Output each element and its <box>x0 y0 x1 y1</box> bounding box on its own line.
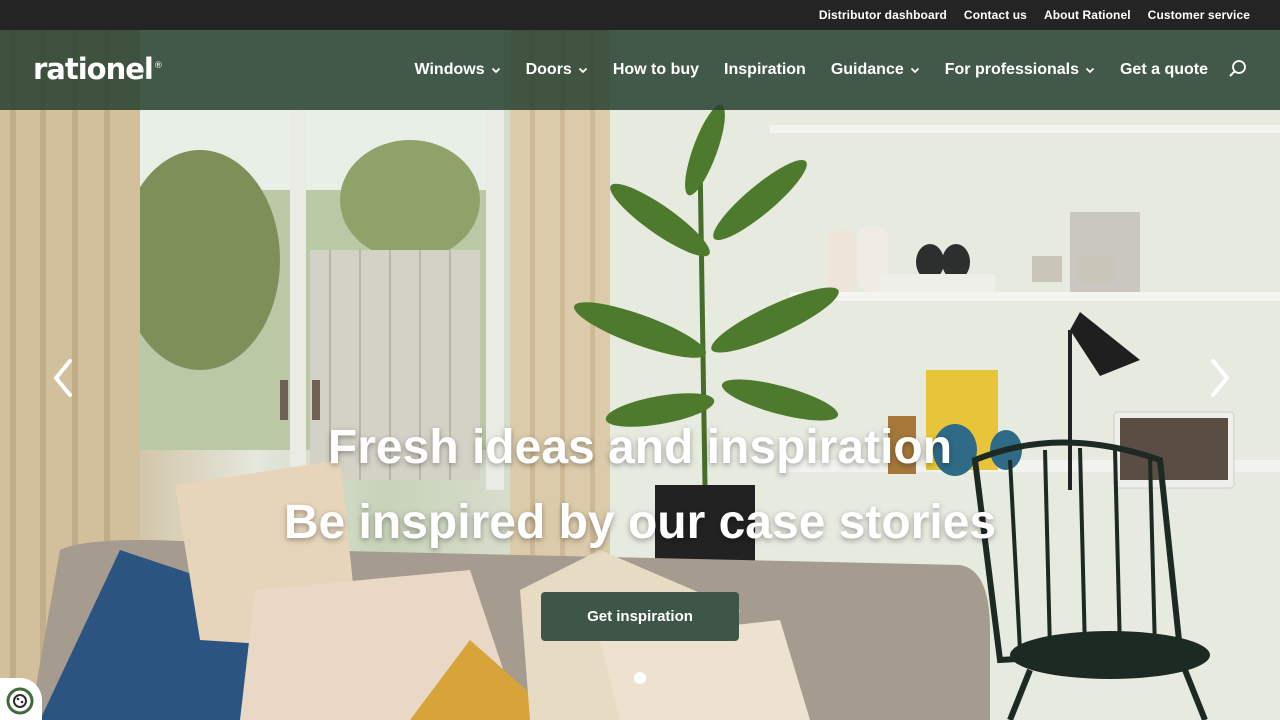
nav-item-label: Doors <box>525 61 572 78</box>
hero-subheadline: Be inspired by our case stories <box>283 496 997 549</box>
nav-item-label: Guidance <box>830 61 904 78</box>
utility-bar: Distributor dashboard Contact us About R… <box>0 0 1280 30</box>
search-icon[interactable] <box>1228 59 1248 79</box>
nav-item-label: How to buy <box>612 61 700 78</box>
get-inspiration-button[interactable]: Get inspiration <box>541 592 739 641</box>
main-navigation: rationel® Windows Doors How to buy Inspi… <box>0 30 1280 110</box>
nav-item-label: Windows <box>414 61 485 78</box>
slider-dot-active[interactable] <box>634 672 646 684</box>
slider-dots <box>0 672 1280 684</box>
nav-item-for-professionals[interactable]: For professionals <box>945 61 1095 79</box>
nav-item-label: Get a quote <box>1119 61 1208 78</box>
nav-item-get-a-quote[interactable]: Get a quote <box>1120 61 1208 79</box>
nav-item-how-to-buy[interactable]: How to buy <box>613 61 699 79</box>
cookie-icon <box>6 687 34 715</box>
chevron-down-icon <box>491 67 500 74</box>
nav-list: Windows Doors How to buy Inspiration Gui… <box>415 30 1208 110</box>
nav-item-windows[interactable]: Windows <box>415 61 501 79</box>
about-rationel-link[interactable]: About Rationel <box>1044 8 1131 22</box>
nav-item-inspiration[interactable]: Inspiration <box>724 61 806 79</box>
chevron-down-icon <box>910 67 919 74</box>
slider-prev-arrow-icon[interactable] <box>48 355 76 401</box>
nav-item-label: Inspiration <box>724 61 806 78</box>
slider-next-arrow-icon[interactable] <box>1207 355 1235 401</box>
contact-us-link[interactable]: Contact us <box>964 8 1027 22</box>
distributor-dashboard-link[interactable]: Distributor dashboard <box>819 8 947 22</box>
nav-item-doors[interactable]: Doors <box>526 61 588 79</box>
nav-item-guidance[interactable]: Guidance <box>831 61 920 79</box>
customer-service-link[interactable]: Customer service <box>1148 8 1250 22</box>
cookie-settings-button[interactable] <box>0 678 42 720</box>
logo-registered-mark: ® <box>153 61 163 72</box>
chevron-down-icon <box>578 67 587 74</box>
hero-headline: Fresh ideas and inspiration <box>327 421 953 474</box>
nav-item-label: For professionals <box>944 61 1079 78</box>
logo-text: rationel <box>33 52 154 86</box>
rationel-logo[interactable]: rationel® <box>33 52 163 86</box>
chevron-down-icon <box>1085 67 1095 74</box>
